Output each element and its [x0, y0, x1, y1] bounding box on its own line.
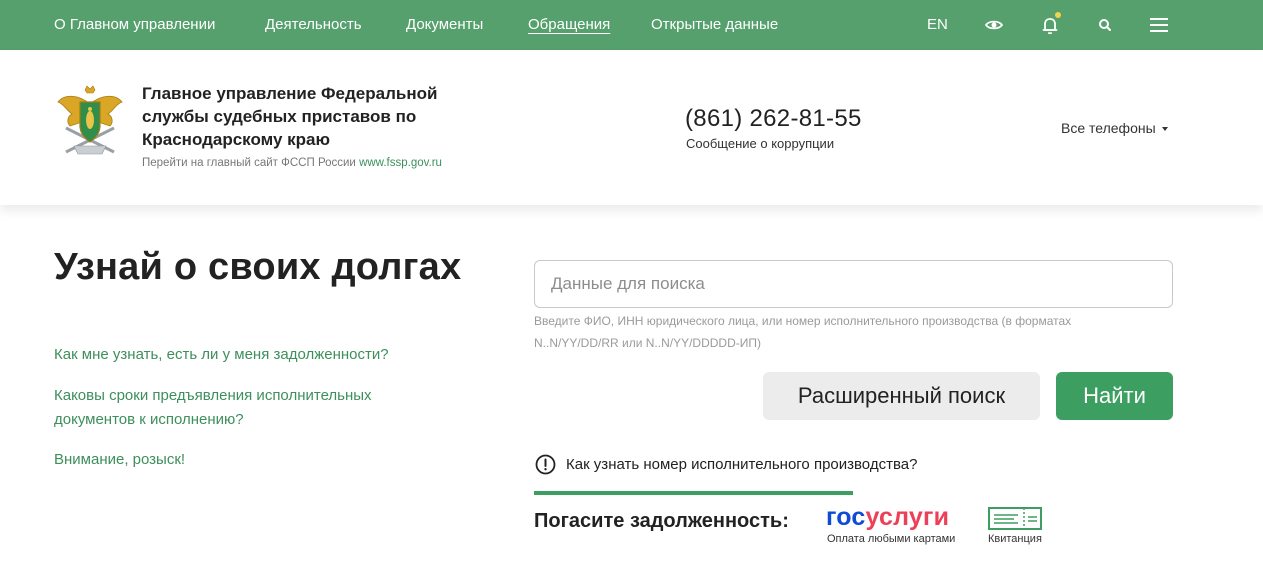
- gosuslugi-logo[interactable]: госуслуги: [826, 503, 949, 532]
- eye-icon[interactable]: [982, 13, 1006, 37]
- advanced-search-button[interactable]: Расширенный поиск: [763, 372, 1040, 420]
- exclamation-circle-icon: [535, 454, 556, 474]
- gosuslugi-logo-part1: гос: [826, 503, 866, 531]
- all-phones-dropdown[interactable]: Все телефоны: [1061, 120, 1168, 136]
- section-divider: [534, 491, 853, 495]
- nav-documents[interactable]: Документы: [406, 16, 483, 33]
- faq-link-wanted[interactable]: Внимание, розыск!: [54, 448, 185, 472]
- search-hint: Введите ФИО, ИНН юридического лица, или …: [534, 314, 1072, 350]
- receipt-caption: Квитанция: [988, 533, 1042, 545]
- faq-link-debts[interactable]: Как мне узнать, есть ли у меня задолженн…: [54, 343, 389, 367]
- nav-appeals[interactable]: Обращения: [528, 16, 610, 33]
- main-site-link-row: Перейти на главный сайт ФССП России www.…: [142, 157, 442, 169]
- how-to-find-number-link[interactable]: Как узнать номер исполнительного произво…: [535, 453, 917, 475]
- phone-caption: Сообщение о коррупции: [686, 136, 835, 151]
- pay-debt-label: Погасите задолженность:: [534, 510, 789, 532]
- nav-about[interactable]: О Главном управлении: [54, 16, 215, 33]
- nav-activity[interactable]: Деятельность: [265, 16, 362, 33]
- gosuslugi-logo-part2: услуги: [865, 503, 950, 531]
- search-icon[interactable]: [1093, 13, 1117, 37]
- main-site-text: Перейти на главный сайт ФССП России: [142, 157, 356, 169]
- hotline-phone[interactable]: (861) 262-81-55: [685, 105, 862, 133]
- page-title: Узнай о своих долгах: [54, 246, 462, 288]
- menu-icon[interactable]: [1147, 13, 1171, 37]
- caret-down-icon: [1161, 127, 1168, 132]
- top-navigation-bar: О Главном управлении Деятельность Докуме…: [0, 0, 1263, 50]
- language-switch[interactable]: EN: [927, 16, 948, 33]
- organization-name[interactable]: Главное управление Федеральной службы су…: [142, 82, 452, 151]
- nav-open-data[interactable]: Открытые данные: [651, 16, 778, 33]
- all-phones-label: Все телефоны: [1061, 120, 1156, 136]
- gosuslugi-caption: Оплата любыми картами: [827, 533, 956, 545]
- receipt-icon[interactable]: [988, 507, 1042, 530]
- find-button[interactable]: Найти: [1056, 372, 1173, 420]
- how-to-find-label: Как узнать номер исполнительного произво…: [566, 455, 918, 473]
- fssp-emblem-icon[interactable]: [56, 84, 124, 158]
- notification-dot: [1055, 12, 1061, 18]
- main-site-link[interactable]: www.fssp.gov.ru: [359, 157, 442, 169]
- faq-link-deadlines[interactable]: Каковы сроки предъявления исполнительных…: [54, 384, 394, 432]
- site-header: Главное управление Федеральной службы су…: [0, 50, 1263, 205]
- search-input[interactable]: [534, 260, 1173, 308]
